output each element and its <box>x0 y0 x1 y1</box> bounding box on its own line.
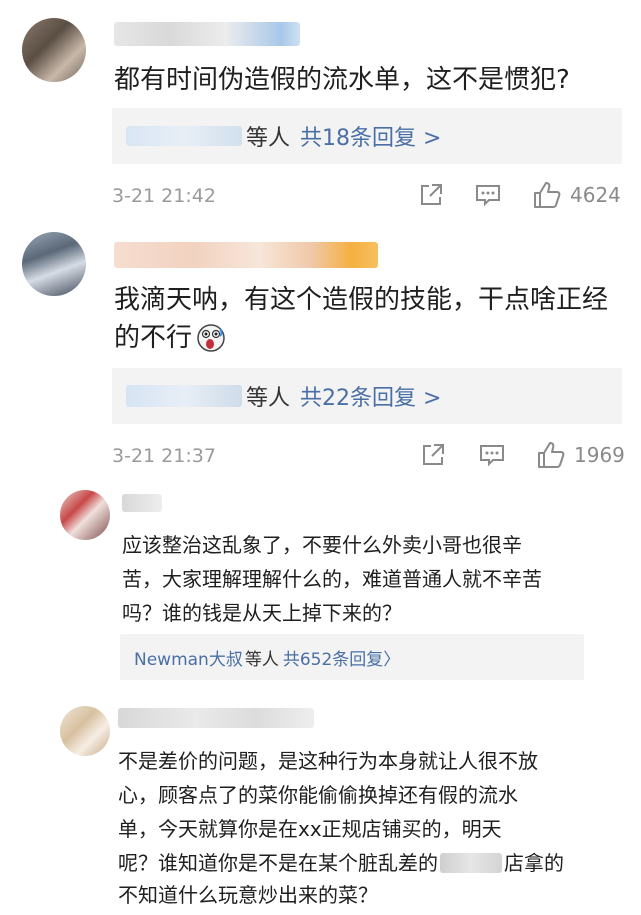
thumbs-up-icon <box>538 442 565 468</box>
comment-text: 都有时间伪造假的流水单，这不是惯犯? <box>114 65 570 95</box>
reply-lead-name[interactable]: Newman大叔 <box>134 645 243 670</box>
share-button[interactable] <box>418 182 444 208</box>
share-button[interactable] <box>420 442 446 468</box>
share-icon <box>423 444 444 465</box>
comment-text-line: 的不行 <box>114 323 193 353</box>
comment-text: 的不行 <box>114 320 226 356</box>
reply-count-link[interactable]: 共22条回复 > <box>300 380 441 412</box>
reply-people-label: 等人 <box>246 126 291 151</box>
avatar[interactable] <box>22 232 86 296</box>
replier-names <box>126 126 242 146</box>
comment-icon <box>476 185 500 207</box>
comment-text-line: 呢？谁知道你是不是在某个脏乱差的 <box>118 851 438 875</box>
comment-icon <box>480 445 504 467</box>
reply-summary[interactable]: 等人 共22条回复 > <box>112 368 622 424</box>
username[interactable] <box>114 22 300 46</box>
comment-button[interactable] <box>474 182 502 208</box>
comment-button[interactable] <box>478 442 506 468</box>
comment-text: 心，顾客点了的菜你能偷偷换掉还有假的流水 <box>118 783 518 807</box>
censored-text <box>440 853 502 873</box>
reply-people-label: 等人 <box>244 649 279 670</box>
like-count: 1969 <box>574 443 625 467</box>
comment-text: 应该整治这乱象了，不要什么外卖小哥也很辛 <box>122 533 522 557</box>
comment-text-line: 店拿的 <box>504 851 564 875</box>
username[interactable] <box>114 242 378 268</box>
comment-text: 不知道什么玩意炒出来的菜？ <box>118 883 378 907</box>
reply-summary[interactable]: Newman大叔 等人 共652条回复〉 <box>120 634 584 680</box>
avatar[interactable] <box>60 490 110 540</box>
like-button[interactable]: 4624 <box>532 180 621 210</box>
reply-summary[interactable]: 等人 共18条回复 > <box>112 108 622 164</box>
share-icon <box>421 184 442 205</box>
username[interactable] <box>118 708 314 728</box>
thumbs-up-icon <box>534 182 561 208</box>
reply-count-link[interactable]: 共18条回复 > <box>300 120 441 152</box>
like-button[interactable]: 1969 <box>536 440 625 470</box>
comment-text: 单，今天就算你是在xx正规店铺买的，明天 <box>118 817 502 841</box>
comment-text: 呢？谁知道你是不是在某个脏乱差的 店拿的 <box>118 848 564 878</box>
replier-names <box>126 385 242 407</box>
reply-count-link[interactable]: 共652条回复〉 <box>283 645 400 670</box>
reply-people-label: 等人 <box>246 386 291 411</box>
comment-time: 3-21 21:37 <box>112 445 216 467</box>
avatar[interactable] <box>22 18 86 82</box>
avatar[interactable] <box>60 706 110 756</box>
comment-text: 我滴天呐，有这个造假的技能，干点啥正经 <box>114 285 609 315</box>
comment-text: 不是差价的问题，是这种行为本身就让人很不放 <box>118 749 538 773</box>
comment-time: 3-21 21:42 <box>112 185 216 207</box>
username[interactable] <box>122 494 162 512</box>
comment-text: 吗？谁的钱是从天上掉下来的？ <box>122 601 402 625</box>
shocked-emoji-icon <box>197 324 225 352</box>
like-count: 4624 <box>570 183 621 207</box>
comment-text: 苦，大家理解理解什么的，难道普通人就不辛苦 <box>122 567 542 591</box>
